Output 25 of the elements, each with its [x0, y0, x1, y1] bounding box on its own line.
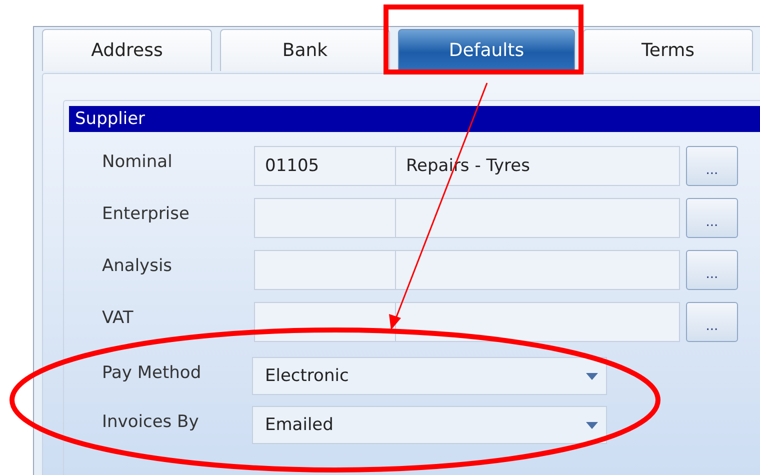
tab[interactable]: Address — [42, 29, 212, 71]
tab[interactable]: Terms — [583, 29, 753, 71]
field-label: Nominal — [102, 151, 174, 174]
lookup-button[interactable]: ... — [686, 198, 738, 238]
caret-icon — [586, 372, 598, 380]
code-field[interactable] — [254, 250, 396, 290]
lookup-button[interactable]: ... — [686, 146, 738, 186]
field-label: Pay Method — [102, 362, 202, 385]
lookup-button[interactable]: ... — [686, 302, 738, 342]
group-header: Supplier — [69, 106, 760, 132]
name-field[interactable] — [395, 302, 680, 342]
name-field[interactable] — [395, 250, 680, 290]
code-field[interactable]: 01105 — [254, 146, 396, 186]
tab[interactable]: Defaults — [398, 29, 575, 71]
name-field[interactable] — [395, 198, 680, 238]
dropdown[interactable]: Emailed — [252, 406, 607, 444]
lookup-button[interactable]: ... — [686, 250, 738, 290]
field-label: Invoices By — [102, 411, 200, 434]
field-label: VAT — [102, 307, 134, 330]
caret-icon — [586, 422, 598, 428]
field-label: Analysis — [102, 255, 174, 278]
code-field[interactable] — [254, 198, 396, 238]
field-label: Enterprise — [102, 203, 190, 226]
tab[interactable]: Bank — [220, 29, 390, 71]
dropdown[interactable]: Electronic — [252, 357, 607, 395]
